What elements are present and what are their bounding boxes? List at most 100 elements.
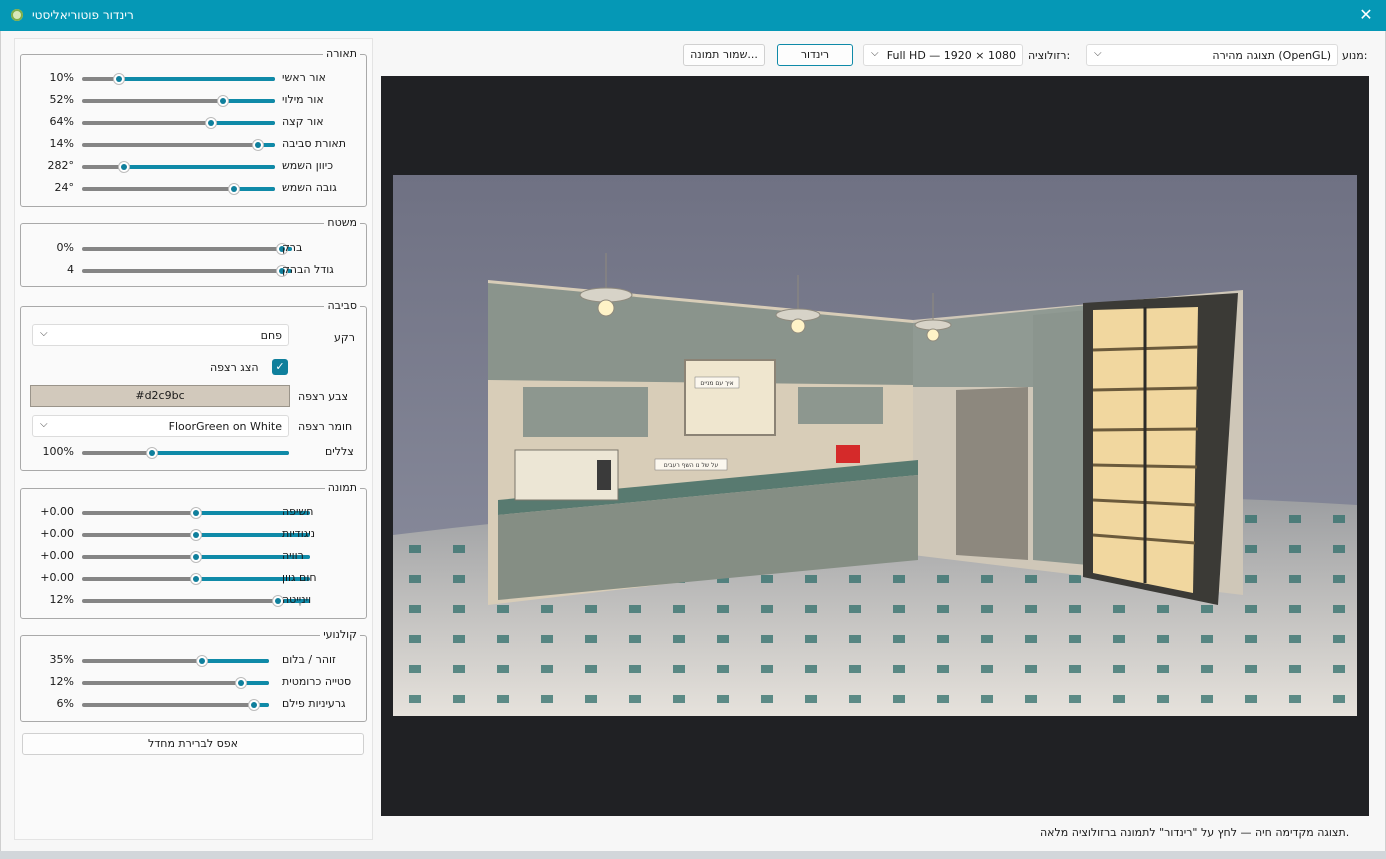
- slider-track[interactable]: [82, 77, 275, 81]
- slider-thumb[interactable]: [190, 573, 202, 585]
- slider-row: 0% ברק: [0, 239, 371, 259]
- floor-material-value: FloorGreen on White: [168, 420, 282, 433]
- slider-value: 14%: [49, 137, 74, 150]
- slider-thumb[interactable]: [190, 551, 202, 563]
- render-button[interactable]: רינדור: [777, 44, 853, 66]
- slider-row: 282° כיוון השמש: [0, 157, 371, 177]
- slider-thumb[interactable]: [248, 699, 261, 711]
- group-title: קולנועי: [320, 628, 360, 642]
- slider-value: 0%: [56, 241, 74, 254]
- slider-value: 35%: [49, 653, 74, 666]
- slider-row: +0.00 חשיפה: [0, 503, 371, 523]
- slider-row: 35% זוהר / בלום: [0, 651, 371, 671]
- slider-track[interactable]: [82, 187, 275, 191]
- slider-label: גרעיניות פילם: [282, 697, 346, 710]
- floor-color-label: צבע רצפה: [298, 390, 349, 403]
- slider-value: 52%: [49, 93, 74, 106]
- slider-label: אור קצה: [282, 115, 324, 128]
- slider-row: 6% גרעיניות פילם: [0, 695, 371, 715]
- slider-thumb[interactable]: [112, 73, 125, 85]
- floor-color-swatch[interactable]: #d2c9bc: [30, 385, 290, 407]
- slider-row: 52% אור מילוי: [0, 91, 371, 111]
- slider-track[interactable]: [82, 269, 292, 273]
- slider-fill: [234, 187, 275, 191]
- scene-sign-top: איך עם מניים: [700, 380, 733, 387]
- render-preview-image: איך עם מניים על של נו השף רעבים: [393, 175, 1357, 716]
- slider-value: 4: [67, 263, 74, 276]
- chevron-down-icon: ⌵: [871, 48, 879, 59]
- slider-label: ניגודיות: [282, 527, 316, 540]
- slider-row: 24° גובה השמש: [0, 179, 371, 199]
- slider-fill: [124, 165, 275, 169]
- slider-row: 64% אור קצה: [0, 113, 371, 133]
- slider-fill: [201, 659, 269, 663]
- slider-thumb[interactable]: [190, 529, 202, 541]
- slider-track[interactable]: [82, 703, 269, 707]
- group-title: משטח: [324, 216, 360, 230]
- slider-track[interactable]: [82, 99, 275, 103]
- slider-label: חשיפה: [282, 505, 314, 518]
- slider-track[interactable]: [82, 247, 292, 251]
- slider-value: 100%: [42, 445, 74, 458]
- show-floor-label: הצג רצפה: [210, 361, 259, 374]
- chevron-down-icon: ⌵: [40, 328, 48, 339]
- slider-label: רוויה: [282, 549, 304, 562]
- group-title: תאורה: [323, 47, 360, 61]
- slider-thumb[interactable]: [195, 655, 208, 667]
- slider-value: 10%: [49, 71, 74, 84]
- window-title: רינדור פוטוריאליסטי: [32, 8, 134, 22]
- slider-label: ויניֶיטה: [282, 593, 312, 606]
- resolution-value: Full HD — 1920 × 1080: [886, 49, 1016, 62]
- floor-material-select[interactable]: FloorGreen on White ⌵: [32, 415, 289, 437]
- slider-row: +0.00 רוויה: [0, 547, 371, 567]
- slider-row: +0.00 חום גוון: [0, 569, 371, 589]
- slider-value: 64%: [49, 115, 74, 128]
- save-image-button[interactable]: שמור תמונה...: [683, 44, 765, 66]
- slider-thumb[interactable]: [251, 139, 264, 151]
- slider-fill: [211, 121, 275, 125]
- slider-thumb[interactable]: [118, 161, 131, 173]
- slider-thumb[interactable]: [146, 447, 159, 459]
- slider-row: 4 גודל הבהק: [0, 261, 371, 281]
- slider-label: אור ראשי: [282, 71, 326, 84]
- slider-thumb[interactable]: [216, 95, 229, 107]
- slider-thumb[interactable]: [234, 677, 247, 689]
- slider-thumb[interactable]: [205, 117, 218, 129]
- title-bar: רינדור פוטוריאליסטי ✕: [0, 0, 1386, 31]
- background-value: פחם: [260, 329, 282, 342]
- slider-track[interactable]: [82, 451, 289, 455]
- slider-fill: [118, 77, 275, 81]
- slider-fill: [222, 99, 275, 103]
- scene-sign-mid: על של נו השף רעבים: [664, 462, 719, 469]
- background-strip: [0, 851, 1386, 859]
- slider-value: 24°: [54, 181, 75, 194]
- show-floor-checkbox[interactable]: ✓: [272, 359, 288, 375]
- reset-defaults-button[interactable]: אפס לברירת מחדל: [22, 733, 364, 755]
- background-select[interactable]: פחם ⌵: [32, 324, 289, 346]
- group-title: תמונה: [324, 481, 360, 495]
- slider-value: +0.00: [40, 571, 74, 584]
- app-icon: [11, 9, 23, 21]
- slider-thumb[interactable]: [228, 183, 241, 195]
- slider-label: גובה השמש: [282, 181, 337, 194]
- floor-material-label: חומר רצפה: [298, 420, 353, 433]
- status-text: תצוגה מקדימה חיה — לחץ על "רינדור" לתמונ…: [1040, 826, 1350, 839]
- slider-value: +0.00: [40, 549, 74, 562]
- slider-label: גודל הבהק: [282, 263, 334, 276]
- chevron-down-icon: ⌵: [40, 419, 48, 430]
- slider-thumb[interactable]: [190, 507, 202, 519]
- slider-label: אור מילוי: [282, 93, 324, 106]
- engine-select[interactable]: תצוגה מהירה (OpenGL) ⌵: [1086, 44, 1338, 66]
- close-icon[interactable]: ✕: [1356, 5, 1376, 25]
- slider-row: 12% ויניֶיטה: [0, 591, 371, 611]
- slider-track[interactable]: [82, 165, 275, 169]
- slider-value: +0.00: [40, 527, 74, 540]
- slider-row: 100% צללים: [0, 443, 371, 463]
- slider-track[interactable]: [82, 143, 275, 147]
- slider-track[interactable]: [82, 121, 275, 125]
- slider-value: 6%: [56, 697, 74, 710]
- engine-value: תצוגה מהירה (OpenGL): [1212, 49, 1331, 62]
- slider-value: +0.00: [40, 505, 74, 518]
- resolution-select[interactable]: Full HD — 1920 × 1080 ⌵: [863, 44, 1023, 66]
- slider-track[interactable]: [82, 659, 269, 663]
